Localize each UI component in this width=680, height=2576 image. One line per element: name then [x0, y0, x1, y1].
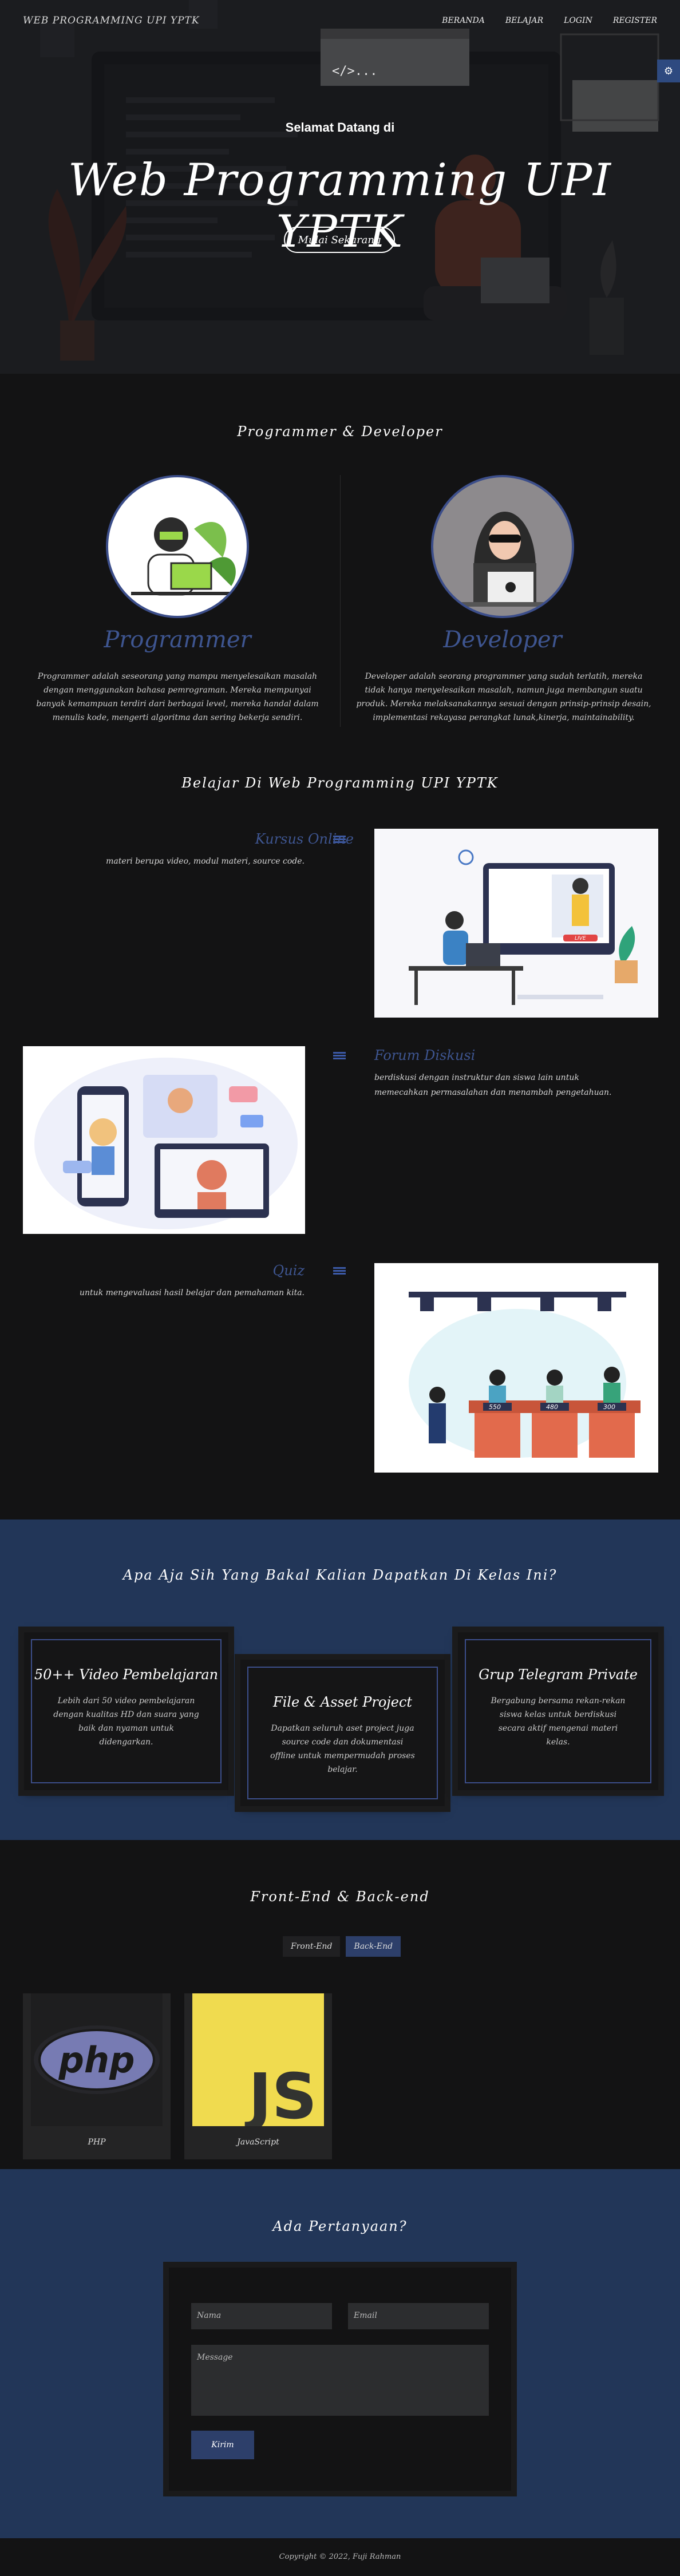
quiz-title: Quiz — [272, 1263, 305, 1279]
benefit-card-asset: File & Asset Project Dapatkan seluruh as… — [240, 1660, 445, 1806]
code-tag: </>... — [332, 64, 378, 78]
php-logo: php — [31, 1993, 163, 2126]
forum-title: Forum Diskusi — [374, 1047, 476, 1063]
tab-front-end[interactable]: Front-End — [283, 1936, 341, 1957]
email-input[interactable]: Email — [348, 2303, 489, 2329]
learn-title: Belajar Di Web Programming UPI YPTK — [181, 775, 499, 791]
developer-text: Developer adalah seorang programmer yang… — [356, 672, 651, 722]
footer: Copyright © 2022, Fuji Rahman — [0, 2538, 680, 2576]
programmer-role: Programmer — [104, 627, 251, 653]
portfolio-label: PHP — [88, 2138, 106, 2147]
about-title: Programmer & Developer — [237, 424, 443, 440]
portfolio-item-php[interactable]: php PHP — [23, 1993, 171, 2159]
contact-title: Ada Pertanyaan? — [272, 2218, 408, 2234]
online-course-text: materi berupa video, modul materi, sourc… — [106, 857, 305, 866]
start-button[interactable]: Mulai Sekarang — [284, 227, 395, 253]
quiz-image: 550 480 300 — [374, 1263, 658, 1473]
portfolio-item-javascript[interactable]: JS JavaScript — [184, 1993, 332, 2159]
benefit-card-video: 50++ Video Pembelajaran Lebih dari 50 vi… — [24, 1632, 228, 1790]
benefit-title: Grup Telegram Private — [479, 1667, 638, 1683]
benefit-card-telegram: Grup Telegram Private Bergabung bersama … — [458, 1632, 658, 1790]
stack-tabs: Front-End Back-End — [283, 1936, 401, 1957]
gear-icon[interactable]: ⚙ — [657, 60, 680, 82]
brand-logo[interactable]: WEB PROGRAMMING UPI YPTK — [23, 15, 200, 26]
tab-back-end[interactable]: Back-End — [346, 1936, 401, 1957]
svg-text:480: 480 — [546, 1403, 558, 1411]
svg-text:550: 550 — [489, 1403, 501, 1411]
hero-section: Selamat Datang di Web Programming UPI YP… — [0, 0, 680, 374]
hero-subtitle: Selamat Datang di — [285, 120, 395, 134]
divider — [340, 475, 341, 727]
nav-belajar[interactable]: BELAJAR — [505, 16, 543, 25]
svg-text:300: 300 — [603, 1403, 615, 1411]
developer-illustration — [450, 512, 559, 607]
nav-beranda[interactable]: BERANDA — [442, 16, 485, 25]
svg-text:LIVE: LIVE — [575, 936, 586, 941]
online-course-title: Kursus Online — [255, 831, 354, 847]
list-icon — [333, 1267, 346, 1275]
programmer-illustration — [131, 517, 236, 596]
benefit-text: Bergabung bersama rekan-rekan siswa kela… — [491, 1696, 626, 1747]
forum-image — [23, 1046, 305, 1234]
nav-register[interactable]: REGISTER — [613, 16, 657, 25]
javascript-logo: JS — [192, 1993, 324, 2126]
benefit-text: Dapatkan seluruh aset project juga sourc… — [270, 1724, 415, 1774]
quiz-text: untuk mengevaluasi hasil belajar dan pem… — [80, 1288, 305, 1297]
online-course-image: LIVE — [374, 829, 658, 1018]
portfolio-label: JavaScript — [237, 2138, 279, 2147]
message-textarea[interactable]: Message — [191, 2345, 489, 2416]
programmer-text: Programmer adalah seseorang yang mampu m… — [36, 672, 319, 722]
programmer-avatar — [106, 475, 249, 618]
developer-role: Developer — [443, 627, 562, 653]
list-icon — [333, 1052, 346, 1060]
forum-text: berdiskusi dengan instruktur dan siswa l… — [374, 1073, 612, 1097]
benefit-text: Lebih dari 50 video pembelajaran dengan … — [53, 1696, 199, 1747]
submit-button[interactable]: Kirim — [191, 2431, 254, 2459]
svg-text:php: php — [58, 2039, 135, 2081]
developer-avatar — [431, 475, 574, 618]
benefit-title: 50++ Video Pembelajaran — [34, 1667, 219, 1683]
benefits-title: Apa Aja Sih Yang Bakal Kalian Dapatkan D… — [122, 1567, 558, 1583]
navbar: WEB PROGRAMMING UPI YPTK BERANDA BELAJAR… — [0, 0, 680, 46]
nav-login[interactable]: LOGIN — [564, 16, 592, 25]
stack-title: Front-End & Back-end — [250, 1889, 430, 1905]
name-input[interactable]: Nama — [191, 2303, 332, 2329]
benefit-title: File & Asset Project — [272, 1694, 413, 1710]
nav-links: BERANDA BELAJAR LOGIN REGISTER — [442, 16, 657, 25]
svg-text:JS: JS — [244, 2060, 317, 2126]
